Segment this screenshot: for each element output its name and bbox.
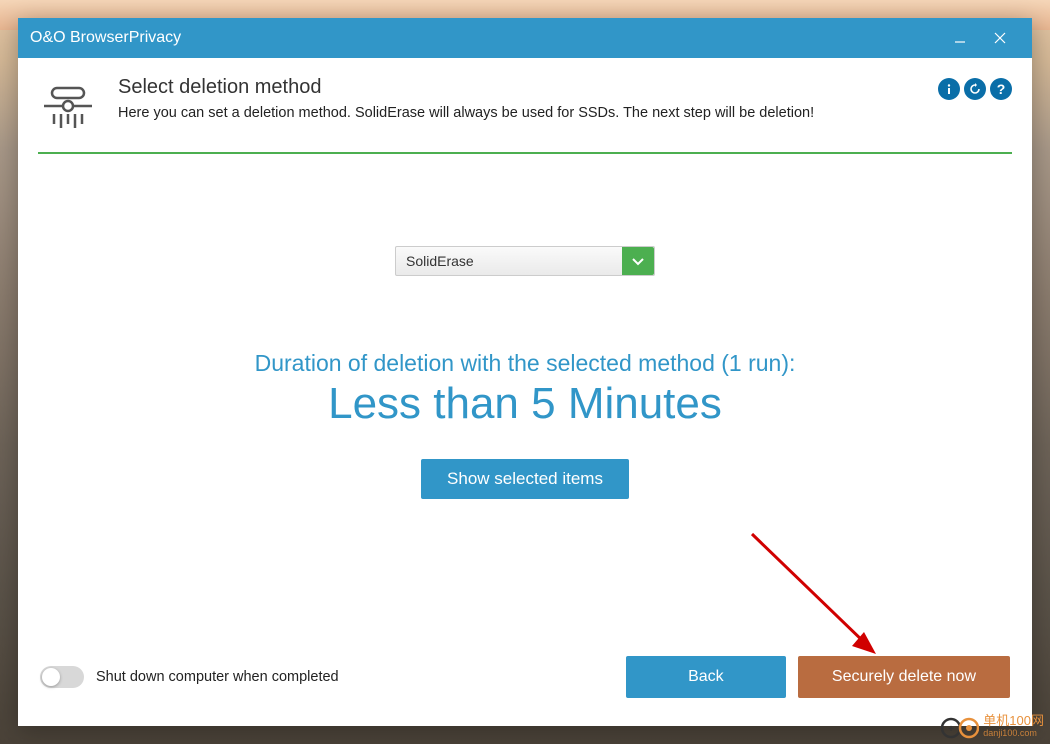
header: Select deletion method Here you can set … bbox=[18, 58, 1032, 152]
page-subtitle: Here you can set a deletion method. Soli… bbox=[118, 105, 918, 121]
page-title: Select deletion method bbox=[118, 76, 918, 99]
info-icon[interactable] bbox=[938, 78, 960, 100]
close-button[interactable] bbox=[980, 18, 1020, 58]
window-title: O&O BrowserPrivacy bbox=[30, 29, 940, 47]
duration-value: Less than 5 Minutes bbox=[328, 379, 722, 429]
refresh-icon[interactable] bbox=[964, 78, 986, 100]
deletion-method-icon bbox=[38, 76, 98, 136]
main-content: SolidErase Duration of deletion with the… bbox=[18, 154, 1032, 640]
dropdown-selected-label: SolidErase bbox=[396, 247, 622, 275]
titlebar: O&O BrowserPrivacy bbox=[18, 18, 1032, 58]
toggle-knob bbox=[42, 668, 60, 686]
help-icon[interactable]: ? bbox=[990, 78, 1012, 100]
footer: Shut down computer when completed Back S… bbox=[18, 640, 1032, 726]
duration-label: Duration of deletion with the selected m… bbox=[255, 350, 796, 377]
back-button[interactable]: Back bbox=[626, 656, 786, 698]
minimize-button[interactable] bbox=[940, 18, 980, 58]
show-selected-items-button[interactable]: Show selected items bbox=[421, 459, 629, 499]
securely-delete-button[interactable]: Securely delete now bbox=[798, 656, 1010, 698]
app-window: O&O BrowserPrivacy Select deletion metho… bbox=[18, 18, 1032, 726]
watermark-subtext: danji100.com bbox=[983, 728, 1044, 738]
chevron-down-icon bbox=[622, 247, 654, 275]
shutdown-toggle[interactable] bbox=[40, 666, 84, 688]
deletion-method-dropdown[interactable]: SolidErase bbox=[395, 246, 655, 276]
shutdown-toggle-label: Shut down computer when completed bbox=[96, 669, 614, 685]
